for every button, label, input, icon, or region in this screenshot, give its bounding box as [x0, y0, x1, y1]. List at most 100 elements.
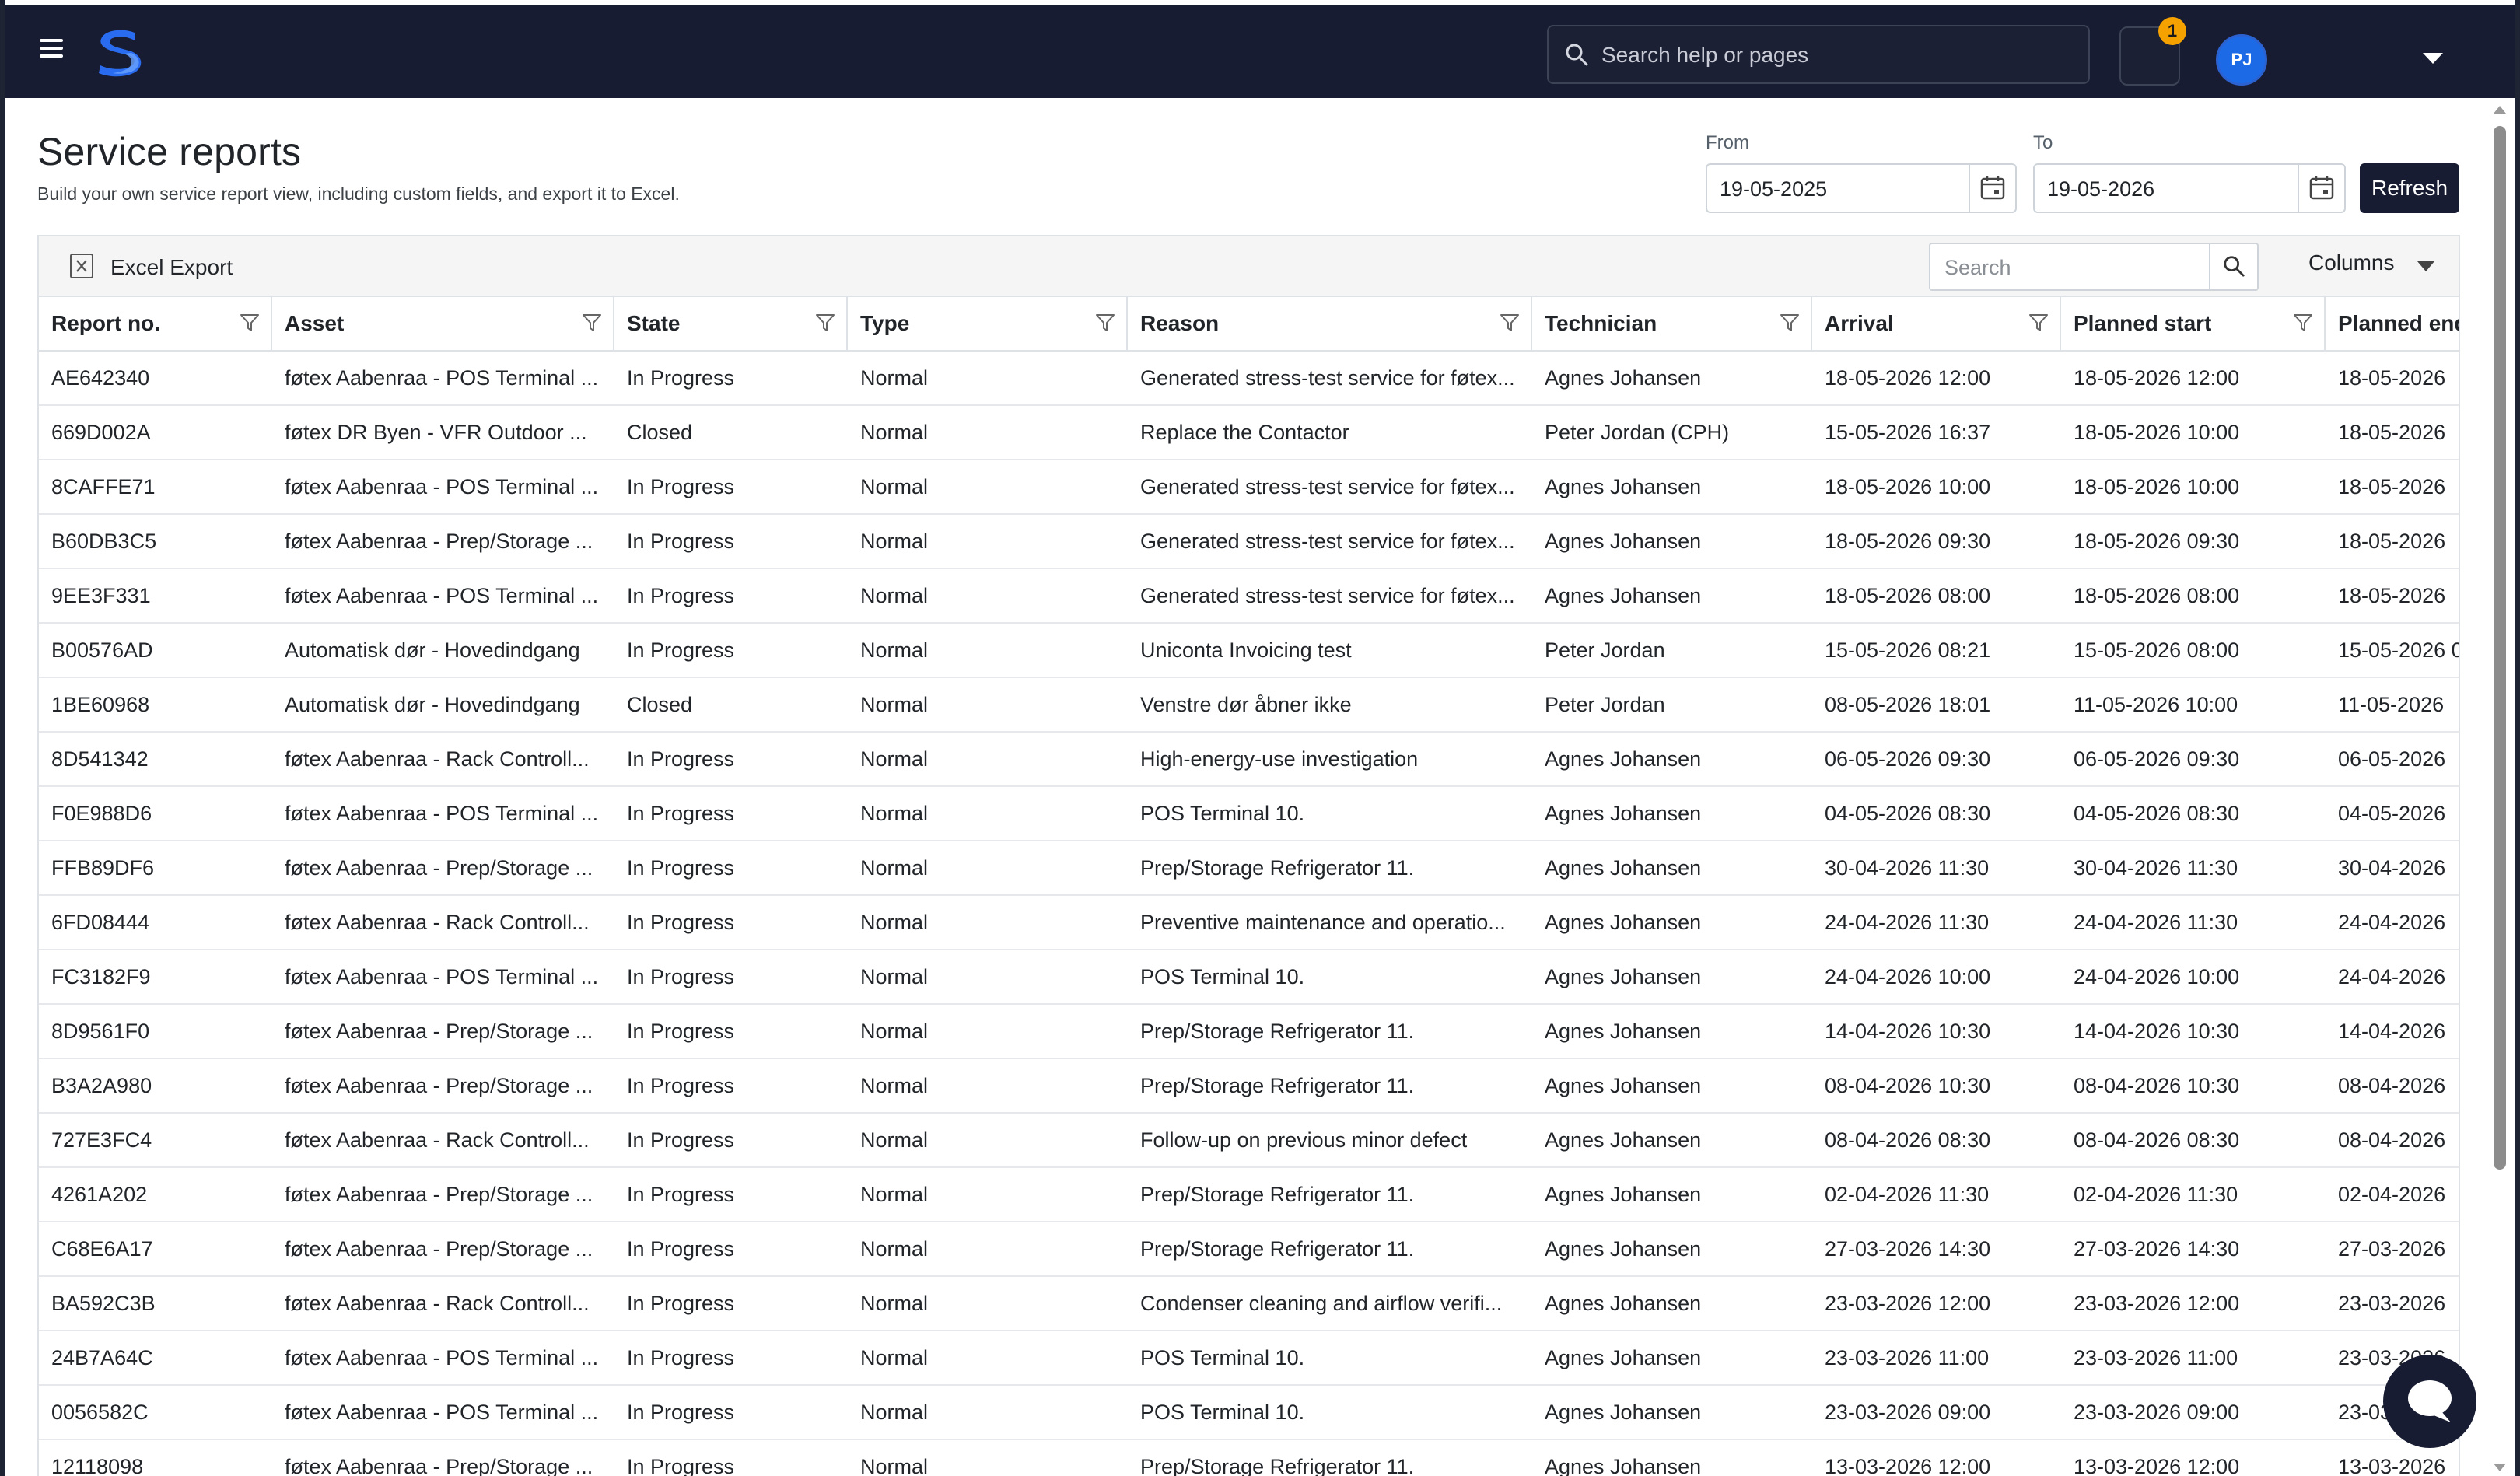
cell-type: Normal — [860, 802, 929, 825]
grid-search-input[interactable] — [1943, 244, 2195, 291]
table-row[interactable]: 8D9561F0 føtex Aabenraa - Prep/Storage ..… — [39, 1005, 2459, 1059]
cell-planned-end: 24-04-2026 — [2338, 965, 2446, 988]
cell-state: Closed — [627, 693, 693, 716]
table-row[interactable]: C68E6A17 føtex Aabenraa - Prep/Storage ..… — [39, 1222, 2459, 1277]
column-header-technician[interactable]: Technician — [1532, 297, 1812, 350]
brand-logo[interactable] — [93, 26, 144, 78]
column-header-label: Type — [860, 311, 910, 335]
cell-report-no: BA592C3B — [51, 1292, 156, 1315]
from-calendar-button[interactable] — [1969, 165, 2015, 212]
table-row[interactable]: 4261A202 føtex Aabenraa - Prep/Storage ..… — [39, 1168, 2459, 1222]
table-row[interactable]: B00576AD Automatisk dør - Hovedindgang In … — [39, 624, 2459, 678]
cell-type: Normal — [860, 584, 929, 607]
cell-planned-start: 08-04-2026 10:30 — [2074, 1074, 2240, 1097]
to-calendar-button[interactable] — [2298, 165, 2344, 212]
scroll-up-arrow[interactable] — [2494, 106, 2506, 114]
refresh-button[interactable]: Refresh — [2360, 163, 2459, 213]
cell-state: In Progress — [627, 965, 735, 988]
grid-search-button[interactable] — [2209, 244, 2257, 289]
scrollbar-thumb[interactable] — [2494, 126, 2506, 1170]
cell-technician: Agnes Johansen — [1545, 965, 1702, 988]
cell-asset: føtex Aabenraa - Prep/Storage ... — [285, 1237, 593, 1261]
vertical-scrollbar[interactable] — [2487, 101, 2511, 1476]
calendar-icon — [1980, 176, 2005, 200]
table-row[interactable]: FFB89DF6 føtex Aabenraa - Prep/Storage ..… — [39, 841, 2459, 896]
excel-export-label: Excel Export — [110, 255, 233, 279]
to-date-input[interactable] — [2046, 165, 2282, 213]
from-date-input[interactable] — [1718, 165, 1955, 213]
filter-icon[interactable] — [240, 313, 260, 333]
from-label: From — [1706, 132, 1749, 153]
table-row[interactable]: 24B7A64C føtex Aabenraa - POS Terminal ..… — [39, 1331, 2459, 1386]
column-header-label: Arrival — [1825, 311, 1894, 335]
global-search-box[interactable] — [1547, 25, 2090, 84]
column-header-type[interactable]: Type — [848, 297, 1128, 350]
columns-chooser-button[interactable]: Columns — [2308, 250, 2434, 282]
table-row[interactable]: FC3182F9 føtex Aabenraa - POS Terminal ..… — [39, 950, 2459, 1005]
filter-icon[interactable] — [815, 313, 835, 333]
cell-arrival: 14-04-2026 10:30 — [1825, 1020, 1991, 1043]
cell-type: Normal — [860, 1455, 929, 1476]
from-date-field[interactable] — [1706, 163, 2017, 213]
table-row[interactable]: AE642340 føtex Aabenraa - POS Terminal ..… — [39, 352, 2459, 406]
filter-icon[interactable] — [1500, 313, 1520, 333]
user-avatar[interactable]: PJ — [2216, 34, 2267, 86]
cell-planned-start: 30-04-2026 11:30 — [2074, 856, 2238, 880]
table-row[interactable]: 1BE60968 Automatisk dør - Hovedindgang Clo… — [39, 678, 2459, 733]
cell-arrival: 23-03-2026 11:00 — [1825, 1346, 1990, 1369]
cell-planned-start: 23-03-2026 11:00 — [2074, 1346, 2238, 1369]
grid-search-box[interactable] — [1929, 243, 2259, 291]
table-row[interactable]: 8CAFFE71 føtex Aabenraa - POS Terminal ..… — [39, 460, 2459, 515]
filter-icon[interactable] — [1780, 313, 1800, 333]
column-header-label: Reason — [1140, 311, 1220, 335]
cell-arrival: 04-05-2026 08:30 — [1825, 802, 1991, 825]
column-header-reason[interactable]: Reason — [1128, 297, 1532, 350]
page-subtitle: Build your own service report view, incl… — [37, 184, 680, 204]
filter-icon[interactable] — [582, 313, 602, 333]
cell-arrival: 24-04-2026 11:30 — [1825, 911, 1990, 934]
table-row[interactable]: 9EE3F331 føtex Aabenraa - POS Terminal ..… — [39, 569, 2459, 624]
global-search-input[interactable] — [1600, 26, 2070, 84]
column-header-report-no[interactable]: Report no. — [39, 297, 272, 350]
table-row[interactable]: 6FD08444 føtex Aabenraa - Rack Controll..… — [39, 896, 2459, 950]
column-header-asset[interactable]: Asset — [272, 297, 614, 350]
cell-planned-start: 24-04-2026 10:00 — [2074, 965, 2240, 988]
table-row[interactable]: 727E3FC4 føtex Aabenraa - Rack Controll..… — [39, 1114, 2459, 1168]
table-row[interactable]: BA592C3B føtex Aabenraa - Rack Controll..… — [39, 1277, 2459, 1331]
filter-icon[interactable] — [2028, 313, 2049, 333]
cell-type: Normal — [860, 1128, 929, 1152]
to-date-field[interactable] — [2033, 163, 2346, 213]
search-icon — [2224, 256, 2245, 277]
cell-asset: føtex Aabenraa - POS Terminal ... — [285, 475, 599, 498]
cell-state: In Progress — [627, 1020, 735, 1043]
cell-reason: Generated stress-test service for føtex.… — [1140, 530, 1515, 553]
cell-type: Normal — [860, 475, 929, 498]
table-row[interactable]: 669D002A føtex DR Byen - VFR Outdoor ... C… — [39, 406, 2459, 460]
filter-icon[interactable] — [1095, 313, 1115, 333]
table-row[interactable]: F0E988D6 føtex Aabenraa - POS Terminal ..… — [39, 787, 2459, 841]
column-header-arrival[interactable]: Arrival — [1812, 297, 2061, 350]
scroll-down-arrow[interactable] — [2494, 1464, 2506, 1471]
cell-type: Normal — [860, 1401, 929, 1424]
cell-reason: Generated stress-test service for føtex.… — [1140, 366, 1515, 390]
column-header-state[interactable]: State — [614, 297, 848, 350]
column-header-planned-end[interactable]: Planned end — [2326, 297, 2459, 350]
chevron-down-icon[interactable] — [2423, 53, 2443, 64]
cell-technician: Agnes Johansen — [1545, 1292, 1702, 1315]
cell-arrival: 08-05-2026 18:01 — [1825, 693, 1991, 716]
table-row[interactable]: 12118098 føtex Aabenraa - Prep/Storage ..… — [39, 1440, 2459, 1476]
cell-state: Closed — [627, 421, 693, 444]
table-row[interactable]: B60DB3C5 føtex Aabenraa - Prep/Storage ..… — [39, 515, 2459, 569]
table-row[interactable]: 0056582C føtex Aabenraa - POS Terminal ..… — [39, 1386, 2459, 1440]
cell-planned-end: 23-03-2026 — [2338, 1292, 2446, 1315]
hamburger-icon[interactable] — [40, 39, 65, 59]
cell-technician: Agnes Johansen — [1545, 475, 1702, 498]
table-row[interactable]: 8D541342 føtex Aabenraa - Rack Controll..… — [39, 733, 2459, 787]
cell-arrival: 02-04-2026 11:30 — [1825, 1183, 1990, 1206]
cell-arrival: 27-03-2026 14:30 — [1825, 1237, 1991, 1261]
cell-arrival: 15-05-2026 08:21 — [1825, 638, 1991, 662]
chat-launcher-button[interactable] — [2383, 1355, 2476, 1448]
filter-icon[interactable] — [2293, 313, 2313, 333]
column-header-planned-start[interactable]: Planned start — [2061, 297, 2326, 350]
table-row[interactable]: B3A2A980 føtex Aabenraa - Prep/Storage ..… — [39, 1059, 2459, 1114]
